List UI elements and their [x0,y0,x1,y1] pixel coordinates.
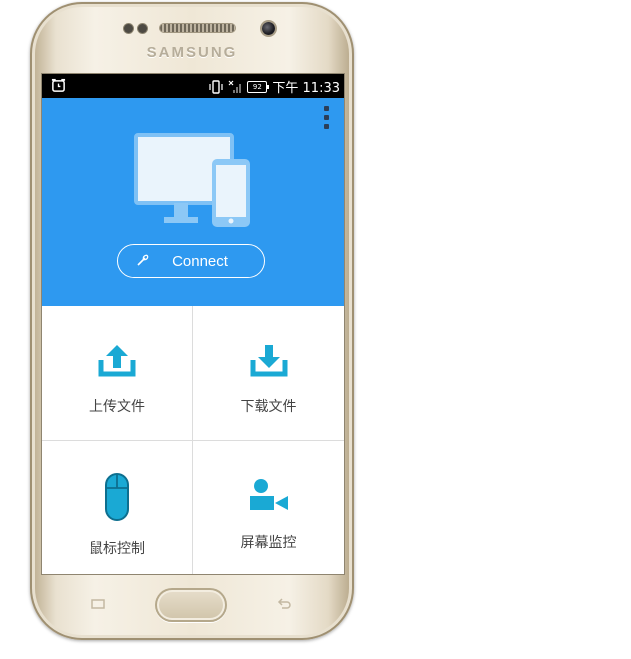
screen-monitor-icon [249,479,288,510]
no-signal-icon [228,80,242,93]
link-icon [137,254,149,266]
download-icon [250,345,287,377]
app-screen: 92 下午 11:33 Connect 上传文件 下载文件 鼠标控制 屏幕监控 [42,74,344,574]
tile-label: 屏幕监控 [240,535,297,551]
alarm-icon [51,78,66,92]
front-camera-icon [262,22,275,35]
recent-apps-icon[interactable] [90,598,106,610]
connect-label: Connect [172,252,228,270]
earpiece [160,24,235,32]
status-time: 下午 11:33 [272,81,340,96]
tile-label: 上传文件 [89,399,145,415]
back-icon[interactable] [276,598,292,610]
mouse-icon [105,473,129,521]
proximity-sensor-icon [124,24,133,33]
tile-label: 下载文件 [240,399,297,415]
mouse-control-tile[interactable]: 鼠标控制 [42,441,192,574]
feature-grid: 上传文件 下载文件 鼠标控制 屏幕监控 [42,306,344,574]
connect-button[interactable]: Connect [117,244,265,278]
status-bar: 92 下午 11:33 [42,74,344,98]
download-files-tile[interactable]: 下载文件 [193,306,344,440]
tile-label: 鼠标控制 [89,541,145,557]
light-sensor-icon [138,24,147,33]
vibrate-icon [209,79,223,94]
pc-phone-illustration-icon [134,133,250,227]
screen-monitor-tile[interactable]: 屏幕监控 [193,441,344,574]
brand-logo: SAMSUNG [146,44,238,61]
battery-icon: 92 [247,80,270,93]
upload-files-tile[interactable]: 上传文件 [42,306,192,440]
upload-icon [98,345,136,377]
home-button[interactable] [155,588,227,622]
phone-frame: SAMSUNG 92 下午 11:33 Connect 上传文件 下载文件 鼠标… [30,2,354,640]
overflow-menu-icon[interactable] [322,106,330,132]
connect-header: Connect [42,98,344,306]
